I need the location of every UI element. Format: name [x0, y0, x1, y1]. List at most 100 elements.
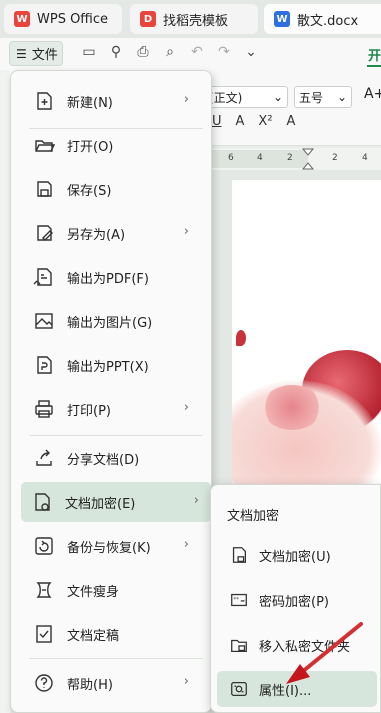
font-size-value: 五号	[299, 90, 324, 105]
undo-icon[interactable]: ↶	[188, 44, 206, 60]
ruler-mark: 4	[257, 153, 263, 163]
menu-divider	[29, 658, 203, 659]
tab-document[interactable]: W 散文.docx	[264, 4, 381, 34]
redo-icon[interactable]: ↷	[215, 44, 233, 60]
tab-template[interactable]: D 找稻壳模板	[130, 4, 258, 34]
font-name-select[interactable]: (正文) ⌄	[204, 86, 288, 108]
file-menu: 新建(N) › 打开(O) 保存(S) 另存为(A) › 输出为PDF(F) 输出为图片(G)…	[10, 70, 212, 713]
chevron-right-icon: ›	[183, 537, 189, 552]
menu-item-label: 新建(N)	[67, 95, 113, 111]
menu-item-help[interactable]: 帮助(H) ›	[23, 663, 201, 703]
menu-item-new-doc[interactable]: 新建(N) ›	[23, 81, 201, 121]
menu-item-save-as[interactable]: 另存为(A) ›	[23, 213, 201, 253]
text-effect-button[interactable]: A	[287, 114, 296, 129]
ruler-mark: 6	[228, 153, 234, 163]
menu-item-label: 输出为PPT(X)	[67, 359, 149, 375]
word-doc-icon: W	[274, 11, 290, 27]
quick-toolbar: ☰ 文件 ▭ ⚲ ⎙ ⌕ ↶ ↷ ⌄ 开	[0, 38, 381, 70]
submenu-item-label: 移入私密文件夹	[259, 639, 351, 655]
menu-divider	[29, 128, 203, 129]
new-doc-icon	[33, 90, 55, 112]
slim-file-icon	[33, 579, 55, 601]
left-gutter	[0, 70, 10, 713]
print-preview-icon[interactable]: ⌕	[161, 44, 179, 60]
flower-bud-image	[262, 385, 322, 430]
format-row: U A X² A	[212, 114, 295, 129]
pin-icon[interactable]: ⚲	[107, 44, 125, 60]
chevron-down-icon: ⌄	[336, 90, 347, 104]
submenu-item-label: 文档加密(U)	[259, 549, 331, 565]
superscript-button[interactable]: X²	[258, 114, 272, 129]
menu-item-export-pdf[interactable]: 输出为PDF(F)	[23, 257, 201, 297]
menu-item-share[interactable]: 分享文档(D)	[23, 438, 201, 478]
chevron-right-icon: ›	[183, 674, 189, 689]
menu-divider	[29, 435, 203, 436]
font-color-button[interactable]: A	[236, 114, 245, 129]
menu-item-export-image[interactable]: 输出为图片(G)	[23, 301, 201, 341]
font-name-value: (正文)	[209, 90, 243, 105]
menu-item-label: 帮助(H)	[67, 677, 113, 693]
chevron-right-icon: ›	[183, 400, 189, 415]
submenu-item-private-folder[interactable]: 移入私密文件夹	[217, 627, 377, 663]
chevron-down-icon[interactable]: ⌄	[242, 44, 260, 60]
grow-font-button[interactable]: A+	[364, 86, 381, 102]
save-icon[interactable]: ▭	[80, 44, 98, 60]
encrypt-submenu: 文档加密 文档加密(U) ** 密码加密(P) 移入私密文件夹属性(I)...	[210, 484, 381, 713]
font-size-select[interactable]: 五号 ⌄	[294, 86, 352, 108]
ruler-mark: 2	[287, 153, 293, 163]
backup-icon	[33, 535, 55, 557]
tab-start[interactable]: 开	[368, 45, 381, 64]
tab-label: 散文.docx	[297, 13, 359, 29]
menu-item-doc-encrypt[interactable]: 文档加密(E) ›	[21, 482, 211, 522]
menu-item-label: 文档加密(E)	[65, 496, 136, 512]
submenu-title: 文档加密	[227, 509, 280, 524]
menu-item-slim-file[interactable]: 文件瘦身	[23, 570, 201, 610]
menu-item-label: 备份与恢复(K)	[67, 540, 151, 556]
folder-open-icon	[33, 134, 55, 156]
menu-item-finalize[interactable]: 文档定稿	[23, 614, 201, 654]
menu-item-label: 文件瘦身	[67, 584, 120, 600]
menu-item-print[interactable]: 打印(P) ›	[23, 389, 201, 429]
file-menu-button[interactable]: ☰ 文件	[9, 41, 63, 66]
export-ppt-icon	[33, 354, 55, 376]
menu-item-label: 分享文档(D)	[67, 452, 140, 468]
hamburger-icon: ☰	[16, 46, 27, 61]
wps-logo-icon: W	[14, 11, 30, 27]
ruler: 6 4 2 2 4	[210, 148, 381, 170]
underline-button[interactable]: U	[212, 114, 222, 129]
file-label: 文件	[31, 48, 58, 63]
share-icon	[33, 447, 55, 469]
properties-icon	[229, 679, 249, 699]
menu-item-label: 保存(S)	[67, 183, 112, 199]
menu-item-save[interactable]: 保存(S)	[23, 169, 201, 209]
menu-item-label: 输出为PDF(F)	[67, 271, 149, 287]
print-icon[interactable]: ⎙	[134, 44, 152, 60]
ruler-mark: 4	[362, 153, 368, 163]
tab-underline	[367, 65, 381, 67]
tab-bar: W WPS Office D 找稻壳模板 W 散文.docx	[0, 0, 381, 38]
export-image-icon	[33, 310, 55, 332]
menu-item-export-ppt[interactable]: 输出为PPT(X)	[23, 345, 201, 385]
export-pdf-icon	[33, 266, 55, 288]
menu-item-label: 打开(O)	[67, 139, 114, 155]
submenu-item-label: 密码加密(P)	[259, 594, 329, 610]
indent-marker-icon[interactable]	[302, 148, 314, 170]
petal-image	[236, 330, 246, 346]
tab-wps-office[interactable]: W WPS Office	[4, 4, 122, 34]
chevron-down-icon: ⌄	[272, 90, 283, 104]
tab-label: 找稻壳模板	[163, 13, 229, 29]
submenu-item-doc-lock[interactable]: 文档加密(U)	[217, 537, 377, 573]
chevron-right-icon: ›	[183, 92, 189, 107]
chevron-right-icon: ›	[193, 493, 199, 508]
svg-text:**: **	[234, 597, 240, 603]
daoke-logo-icon: D	[140, 11, 156, 27]
submenu-item-properties[interactable]: 属性(I)...	[217, 671, 377, 707]
submenu-item-password[interactable]: ** 密码加密(P)	[217, 582, 377, 618]
help-icon	[33, 672, 55, 694]
print-icon	[33, 398, 55, 420]
menu-item-folder-open[interactable]: 打开(O)	[23, 125, 201, 165]
doc-encrypt-icon	[31, 491, 53, 513]
menu-item-label: 另存为(A)	[67, 227, 126, 243]
save-as-icon	[33, 222, 55, 244]
menu-item-backup[interactable]: 备份与恢复(K) ›	[23, 526, 201, 566]
